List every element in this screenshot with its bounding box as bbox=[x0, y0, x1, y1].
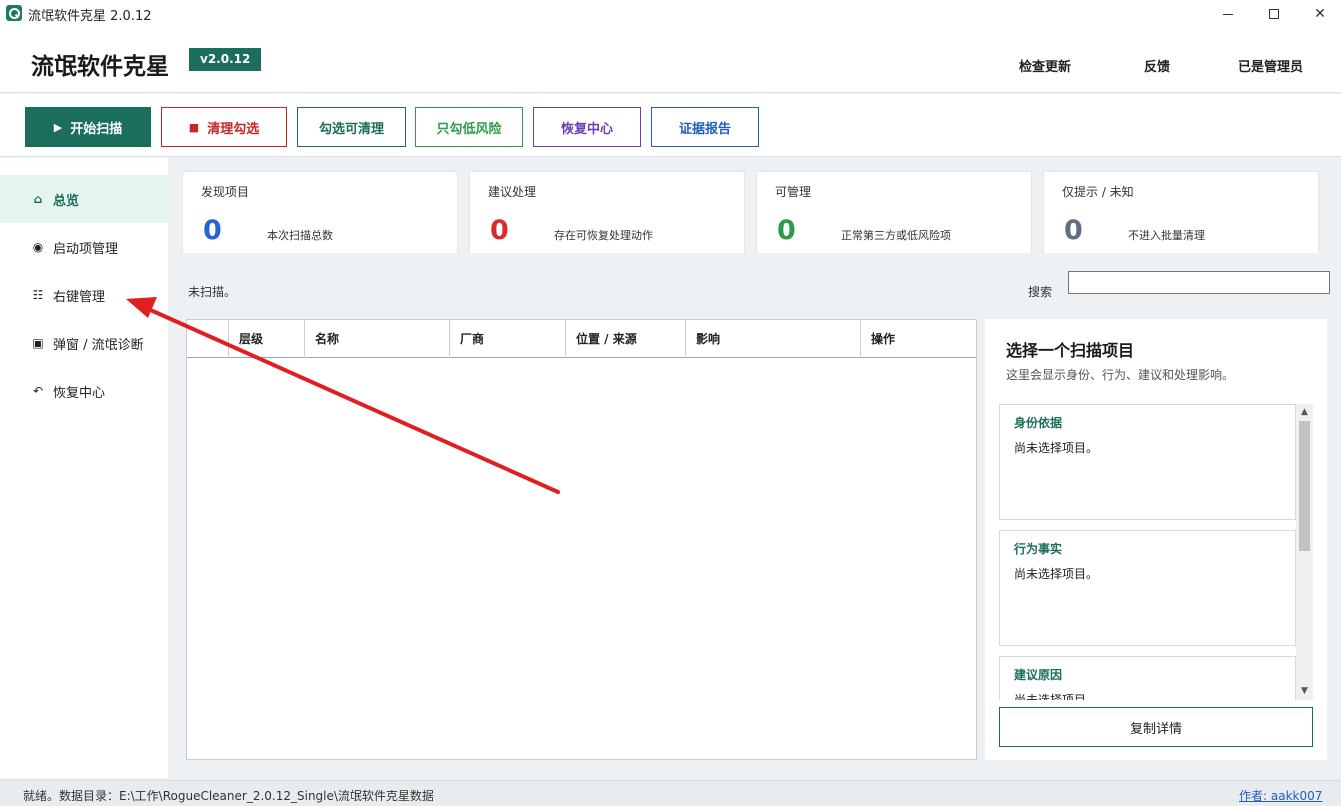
app-logo-icon bbox=[6, 5, 22, 21]
detail-scroll-area[interactable]: 身份依据 尚未选择项目。 行为事实 尚未选择项目。 建议原因 尚未选择项目。 bbox=[999, 404, 1299, 700]
scan-status-text: 未扫描。 bbox=[188, 285, 237, 299]
stat-label: 建议处理 bbox=[488, 185, 537, 199]
close-icon[interactable]: ✕ bbox=[1297, 0, 1341, 28]
window-icon: ▣ bbox=[32, 336, 44, 350]
reason-card: 建议原因 尚未选择项目。 bbox=[999, 656, 1296, 700]
stat-card-info-only: 仅提示 / 未知 0 不进入批量清理 bbox=[1043, 171, 1319, 253]
column-header-level[interactable]: 层级 bbox=[228, 320, 304, 358]
check-update-link[interactable]: 检查更新 bbox=[1019, 56, 1071, 75]
column-header-location[interactable]: 位置 / 来源 bbox=[565, 320, 685, 358]
stat-description: 存在可恢复处理动作 bbox=[554, 229, 653, 242]
scroll-up-icon[interactable]: ▲ bbox=[1296, 404, 1313, 421]
clean-checked-label: 清理勾选 bbox=[207, 121, 260, 137]
table-header: 层级 名称 厂商 位置 / 来源 影响 操作 bbox=[187, 320, 976, 358]
sidebar-item-popup-diagnosis[interactable]: ▣ 弹窗 / 流氓诊断 bbox=[0, 319, 168, 367]
recovery-center-button[interactable]: 恢复中心 bbox=[533, 107, 641, 147]
author-link[interactable]: 作者: aakk007 bbox=[1239, 787, 1322, 804]
clean-checked-button[interactable]: ■ 清理勾选 bbox=[161, 107, 287, 147]
stat-description: 本次扫描总数 bbox=[267, 229, 333, 242]
select-cleanable-button[interactable]: 勾选可清理 bbox=[297, 107, 406, 147]
stat-label: 可管理 bbox=[775, 185, 812, 199]
column-header-action[interactable]: 操作 bbox=[860, 320, 976, 358]
stat-card-suggested: 建议处理 0 存在可恢复处理动作 bbox=[469, 171, 745, 253]
sidebar-item-label: 弹窗 / 流氓诊断 bbox=[53, 337, 144, 353]
stat-value: 0 bbox=[1064, 215, 1083, 246]
stat-value: 0 bbox=[490, 215, 509, 246]
radio-dot-icon: ◉ bbox=[32, 240, 44, 254]
card-title: 建议原因 bbox=[1014, 668, 1063, 682]
card-body: 尚未选择项目。 bbox=[1014, 441, 1099, 455]
sidebar-item-label: 总览 bbox=[53, 193, 80, 209]
search-input[interactable] bbox=[1068, 271, 1330, 294]
behavior-card: 行为事实 尚未选择项目。 bbox=[999, 530, 1296, 646]
sidebar-item-overview[interactable]: ⌂ 总览 bbox=[0, 175, 168, 223]
stat-value: 0 bbox=[203, 215, 222, 246]
version-badge: v2.0.12 bbox=[189, 48, 262, 71]
start-scan-label: 开始扫描 bbox=[70, 121, 123, 137]
home-icon: ⌂ bbox=[33, 192, 43, 206]
stat-description: 不进入批量清理 bbox=[1128, 229, 1205, 242]
detail-title: 选择一个扫描项目 bbox=[1006, 341, 1135, 360]
detail-panel: 选择一个扫描项目 这里会显示身份、行为、建议和处理影响。 身份依据 尚未选择项目… bbox=[985, 319, 1327, 760]
column-header-vendor[interactable]: 厂商 bbox=[449, 320, 565, 358]
admin-status-label[interactable]: 已是管理员 bbox=[1238, 56, 1303, 75]
stat-description: 正常第三方或低风险项 bbox=[841, 229, 951, 242]
identity-card: 身份依据 尚未选择项目。 bbox=[999, 404, 1296, 520]
evidence-report-button[interactable]: 证据报告 bbox=[651, 107, 759, 147]
column-header-checkbox[interactable] bbox=[187, 320, 228, 358]
search-label: 搜索 bbox=[1028, 285, 1053, 299]
detail-scrollbar[interactable]: ▲ ▼ bbox=[1296, 404, 1313, 700]
stat-value: 0 bbox=[777, 215, 796, 246]
stat-card-manageable: 可管理 0 正常第三方或低风险项 bbox=[756, 171, 1032, 253]
stat-label: 发现项目 bbox=[201, 185, 250, 199]
start-scan-button[interactable]: ▶ 开始扫描 bbox=[25, 107, 151, 147]
undo-icon: ↶ bbox=[32, 384, 44, 398]
results-table: 层级 名称 厂商 位置 / 来源 影响 操作 bbox=[186, 319, 977, 760]
scroll-down-icon[interactable]: ▼ bbox=[1296, 683, 1313, 700]
card-body: 尚未选择项目。 bbox=[1014, 693, 1099, 700]
detail-subtitle: 这里会显示身份、行为、建议和处理影响。 bbox=[1006, 368, 1235, 382]
sidebar-item-context-menu[interactable]: ☷ 右键管理 bbox=[0, 271, 168, 319]
stat-label: 仅提示 / 未知 bbox=[1062, 185, 1134, 199]
sidebar-item-label: 恢复中心 bbox=[53, 385, 106, 401]
maximize-icon[interactable] bbox=[1251, 0, 1297, 28]
window-title: 流氓软件克星 2.0.12 bbox=[28, 9, 152, 24]
stop-icon: ■ bbox=[188, 120, 200, 134]
sidebar-item-label: 右键管理 bbox=[53, 289, 106, 305]
select-low-risk-button[interactable]: 只勾低风险 bbox=[415, 107, 523, 147]
card-title: 行为事实 bbox=[1014, 542, 1063, 556]
title-bar: 流氓软件克星 2.0.12 ✕ bbox=[0, 0, 1341, 28]
app-header: 流氓软件克星 v2.0.12 检查更新 反馈 已是管理员 bbox=[0, 28, 1341, 93]
sidebar: ⌂ 总览 ◉ 启动项管理 ☷ 右键管理 ▣ 弹窗 / 流氓诊断 ↶ 恢复中心 bbox=[0, 158, 168, 778]
feedback-link[interactable]: 反馈 bbox=[1144, 56, 1170, 75]
status-bar: 就绪。数据目录：E:\工作\RogueCleaner_2.0.12_Single… bbox=[0, 780, 1341, 806]
column-header-name[interactable]: 名称 bbox=[304, 320, 449, 358]
stat-card-found: 发现项目 0 本次扫描总数 bbox=[182, 171, 458, 253]
sidebar-item-recovery[interactable]: ↶ 恢复中心 bbox=[0, 367, 168, 415]
card-body: 尚未选择项目。 bbox=[1014, 567, 1099, 581]
minimize-icon[interactable] bbox=[1205, 0, 1251, 28]
action-toolbar: ▶ 开始扫描 ■ 清理勾选 勾选可清理 只勾低风险 恢复中心 证据报告 bbox=[0, 94, 1341, 157]
play-icon: ▶ bbox=[53, 120, 63, 134]
sidebar-item-label: 启动项管理 bbox=[53, 241, 119, 257]
brand-title: 流氓软件克星 bbox=[31, 54, 169, 80]
scrollbar-thumb[interactable] bbox=[1299, 421, 1310, 551]
sidebar-item-startup[interactable]: ◉ 启动项管理 bbox=[0, 223, 168, 271]
status-text: 就绪。数据目录：E:\工作\RogueCleaner_2.0.12_Single… bbox=[23, 789, 434, 803]
card-title: 身份依据 bbox=[1014, 416, 1063, 430]
list-icon: ☷ bbox=[32, 288, 44, 302]
column-header-impact[interactable]: 影响 bbox=[685, 320, 860, 358]
copy-details-button[interactable]: 复制详情 bbox=[999, 707, 1313, 747]
